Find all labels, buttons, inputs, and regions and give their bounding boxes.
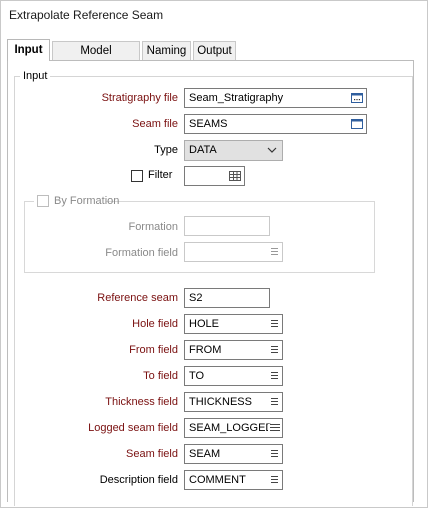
field-list-icon[interactable]: [271, 320, 278, 329]
by-formation-header: By Formation: [34, 194, 119, 208]
stratigraphy-file-input[interactable]: Seam_Stratigraphy: [184, 88, 367, 108]
field-list-icon[interactable]: [271, 248, 278, 257]
field-list-icon[interactable]: [271, 346, 278, 355]
field-list-icon[interactable]: [271, 450, 278, 459]
chevron-down-icon: [267, 147, 277, 153]
description-field-label: Description field: [99, 474, 178, 486]
filter-table-icon[interactable]: [229, 170, 241, 182]
logged-seam-field-input[interactable]: SEAM_LOGGED: [184, 418, 283, 438]
type-dropdown[interactable]: DATA: [184, 140, 283, 161]
reference-seam-value: S2: [189, 292, 203, 304]
filter-label: Filter: [148, 169, 173, 181]
formation-label: Formation: [128, 221, 178, 233]
from-field-input[interactable]: FROM: [184, 340, 283, 360]
tab-naming[interactable]: Naming: [142, 41, 191, 60]
field-list-icon[interactable]: [271, 372, 278, 381]
seam-field-value: SEAM: [189, 448, 221, 460]
type-value: DATA: [189, 144, 217, 156]
file-picker-icon[interactable]: [351, 118, 363, 130]
seam-file-label: Seam file: [132, 118, 178, 130]
formation-field-input[interactable]: [184, 242, 283, 262]
hole-field-input[interactable]: HOLE: [184, 314, 283, 334]
type-label: Type: [154, 144, 178, 156]
thickness-field-label: Thickness field: [105, 396, 178, 408]
tab-model-thickness[interactable]: Model Thickness: [52, 41, 140, 76]
tab-input[interactable]: Input: [7, 39, 50, 61]
seam-field-label: Seam field: [126, 448, 178, 460]
to-field-value: TO: [189, 370, 205, 382]
field-list-icon[interactable]: [268, 424, 280, 433]
by-formation-checkbox[interactable]: [37, 195, 49, 207]
seam-file-value: SEAMS: [189, 118, 228, 130]
from-field-value: FROM: [189, 344, 222, 356]
by-formation-label: By Formation: [54, 195, 120, 207]
to-field-label: To field: [143, 370, 178, 382]
field-list-icon[interactable]: [271, 476, 278, 485]
input-group-label: Input: [20, 70, 51, 82]
seam-field-input[interactable]: SEAM: [184, 444, 283, 464]
formation-input[interactable]: [184, 216, 270, 236]
window-title: Extrapolate Reference Seam: [9, 8, 164, 22]
reference-seam-label: Reference seam: [97, 292, 178, 304]
hole-field-label: Hole field: [132, 318, 178, 330]
description-field-input[interactable]: COMMENT: [184, 470, 283, 490]
seam-file-input[interactable]: SEAMS: [184, 114, 367, 134]
description-field-value: COMMENT: [189, 474, 246, 486]
stratigraphy-file-label: Stratigraphy file: [101, 92, 178, 104]
reference-seam-input[interactable]: S2: [184, 288, 270, 308]
from-field-label: From field: [129, 344, 178, 356]
logged-seam-field-value: SEAM_LOGGED: [189, 422, 274, 434]
tab-output[interactable]: Output: [193, 41, 236, 60]
thickness-field-input[interactable]: THICKNESS: [184, 392, 283, 412]
stratigraphy-file-value: Seam_Stratigraphy: [189, 92, 284, 104]
by-formation-group-box: [24, 201, 375, 273]
formation-field-label: Formation field: [105, 247, 178, 259]
filter-checkbox[interactable]: [131, 170, 143, 182]
filter-input[interactable]: [184, 166, 245, 186]
browse-icon[interactable]: [351, 92, 363, 104]
to-field-input[interactable]: TO: [184, 366, 283, 386]
thickness-field-value: THICKNESS: [189, 396, 252, 408]
hole-field-value: HOLE: [189, 318, 219, 330]
logged-seam-field-label: Logged seam field: [88, 422, 178, 434]
field-list-icon[interactable]: [271, 398, 278, 407]
